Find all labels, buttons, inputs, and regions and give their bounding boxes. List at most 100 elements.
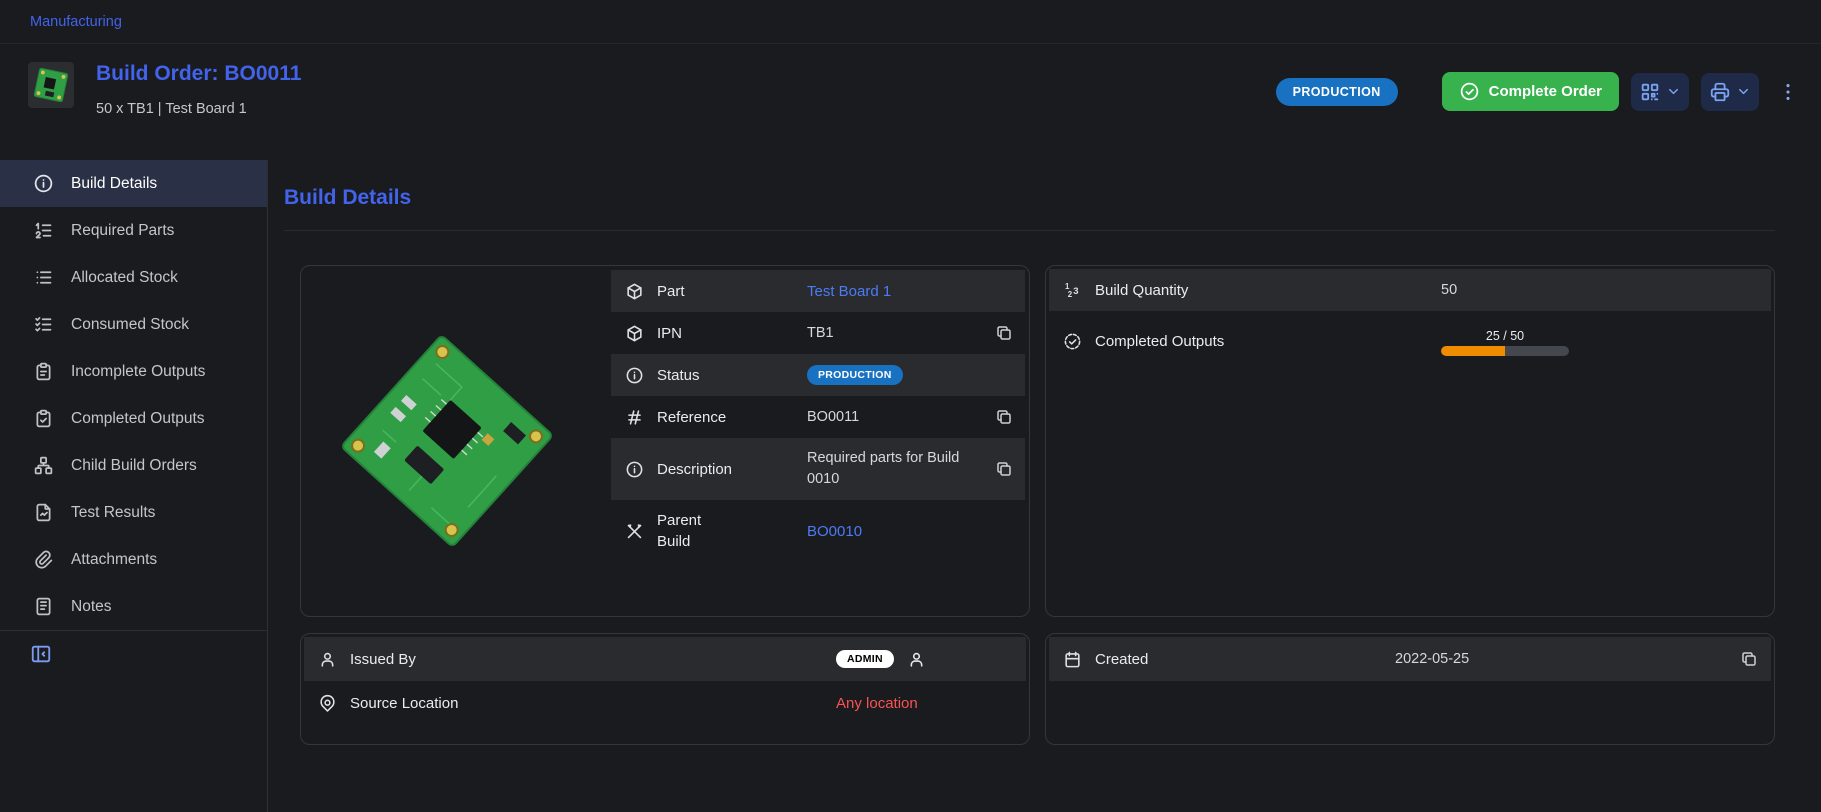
- sidebar-item-label: Child Build Orders: [71, 457, 197, 475]
- detail-label: Completed Outputs: [1095, 333, 1441, 350]
- list-icon: [33, 267, 54, 288]
- complete-order-button[interactable]: Complete Order: [1442, 72, 1619, 111]
- sidebar-item-allocated-stock[interactable]: Allocated Stock: [0, 254, 267, 301]
- build-details-panel: Part Test Board 1 IPN TB1 Status PRODUCT…: [300, 265, 1030, 617]
- main-content: Build Details: [268, 160, 1821, 812]
- copy-button[interactable]: [993, 322, 1015, 344]
- part-link[interactable]: Test Board 1: [807, 283, 983, 300]
- parent-build-link[interactable]: BO0010: [807, 523, 983, 540]
- sidebar-item-build-details[interactable]: Build Details: [0, 160, 267, 207]
- detail-label: Part: [657, 283, 807, 300]
- copy-button[interactable]: [993, 458, 1015, 480]
- breadcrumb-link-manufacturing[interactable]: Manufacturing: [30, 14, 122, 30]
- status-badge: PRODUCTION: [1276, 78, 1398, 106]
- box-icon: [625, 324, 644, 343]
- build-quantities-panel: Build Quantity 50 Completed Outputs 25 /…: [1045, 265, 1775, 617]
- calendar-icon: [1063, 650, 1082, 669]
- admin-badge: ADMIN: [836, 650, 894, 668]
- info-circle-icon: [33, 173, 54, 194]
- paperclip-icon: [33, 549, 54, 570]
- detail-label: Status: [657, 367, 807, 384]
- detail-label: Build Quantity: [1095, 282, 1441, 299]
- copy-button[interactable]: [993, 406, 1015, 428]
- page-header: Build Order: BO0011 50 x TB1 | Test Boar…: [0, 44, 1821, 160]
- hash-icon: [625, 408, 644, 427]
- issued-by-value: ADMIN: [836, 650, 1026, 669]
- user-icon: [907, 650, 926, 669]
- copy-icon: [995, 460, 1013, 478]
- test-report-icon: [33, 502, 54, 523]
- more-actions-button[interactable]: [1773, 77, 1803, 107]
- part-image[interactable]: [322, 316, 572, 566]
- crossed-tools-icon: [625, 522, 644, 541]
- panels-grid: Part Test Board 1 IPN TB1 Status PRODUCT…: [300, 265, 1775, 745]
- sidebar-item-label: Attachments: [71, 551, 157, 569]
- sidebar-item-consumed-stock[interactable]: Consumed Stock: [0, 301, 267, 348]
- map-pin-icon: [318, 694, 337, 713]
- source-location-row: Source Location Any location: [304, 681, 1026, 725]
- sidebar-item-child-build-orders[interactable]: Child Build Orders: [0, 442, 267, 489]
- status-badge: PRODUCTION: [807, 365, 903, 385]
- print-actions-button[interactable]: [1701, 73, 1759, 111]
- copy-button[interactable]: [1738, 648, 1760, 670]
- pcb-thumbnail-image: [28, 62, 74, 108]
- detail-row-reference: Reference BO0011: [611, 396, 1025, 438]
- detail-label: IPN: [657, 325, 807, 342]
- created-value: 2022-05-25: [1395, 651, 1727, 667]
- qr-code-icon: [1639, 81, 1661, 103]
- circle-check-icon: [1459, 81, 1480, 102]
- sidebar-item-required-parts[interactable]: Required Parts: [0, 207, 267, 254]
- dots-vertical-icon: [1777, 81, 1799, 103]
- progress-fill: [1441, 346, 1505, 356]
- completed-outputs-progress: 25 / 50: [1441, 327, 1569, 356]
- header-actions: PRODUCTION Complete Order: [1276, 62, 1803, 111]
- barcode-actions-button[interactable]: [1631, 73, 1689, 111]
- copy-icon: [1740, 650, 1758, 668]
- breadcrumb: Manufacturing: [0, 0, 1821, 44]
- clipboard-check-icon: [33, 408, 54, 429]
- detail-row-ipn: IPN TB1: [611, 312, 1025, 354]
- header-titles: Build Order: BO0011 50 x TB1 | Test Boar…: [96, 62, 301, 117]
- page-title: Build Order: BO0011: [96, 62, 301, 86]
- sidebar-item-completed-outputs[interactable]: Completed Outputs: [0, 395, 267, 442]
- detail-label: Reference: [657, 409, 807, 426]
- detail-row-description: Description Required parts for Build 001…: [611, 438, 1025, 500]
- sitemap-icon: [33, 455, 54, 476]
- complete-order-label: Complete Order: [1489, 83, 1602, 100]
- completed-outputs-row: Completed Outputs 25 / 50: [1049, 311, 1771, 371]
- part-image-wrap: [304, 269, 590, 613]
- detail-label: Issued By: [350, 651, 836, 668]
- sidebar-item-attachments[interactable]: Attachments: [0, 536, 267, 583]
- build-order-thumbnail[interactable]: [28, 62, 74, 108]
- detail-label: Source Location: [350, 695, 836, 712]
- description-value: Required parts for Build 0010: [807, 448, 979, 490]
- sidebar-item-label: Incomplete Outputs: [71, 363, 205, 381]
- clipboard-icon: [33, 361, 54, 382]
- detail-label: Created: [1095, 651, 1395, 668]
- sidebar-item-label: Notes: [71, 598, 112, 616]
- build-quantity-row: Build Quantity 50: [1049, 269, 1771, 311]
- section-divider: [284, 230, 1775, 231]
- circle-dashed-check-icon: [1063, 332, 1082, 351]
- sidebar-item-incomplete-outputs[interactable]: Incomplete Outputs: [0, 348, 267, 395]
- numbers-123-icon: [1063, 281, 1082, 300]
- issued-panel: Issued By ADMIN Source Location Any loca…: [300, 633, 1030, 745]
- issued-by-row: Issued By ADMIN: [304, 637, 1026, 681]
- page-subtitle: 50 x TB1 | Test Board 1: [96, 101, 301, 117]
- sidebar-collapse-button[interactable]: [30, 643, 52, 665]
- detail-row-part: Part Test Board 1: [611, 270, 1025, 312]
- sidebar-item-test-results[interactable]: Test Results: [0, 489, 267, 536]
- chevron-down-icon: [1666, 84, 1681, 99]
- sidebar-item-label: Build Details: [71, 175, 157, 193]
- created-row: Created 2022-05-25: [1049, 637, 1771, 681]
- sidebar-item-label: Test Results: [71, 504, 155, 522]
- section-title: Build Details: [284, 186, 1775, 210]
- sidebar-item-label: Completed Outputs: [71, 410, 205, 428]
- source-location-value: Any location: [836, 695, 1026, 712]
- detail-label: Parent Build: [657, 510, 717, 552]
- copy-icon: [995, 324, 1013, 342]
- sidebar-item-notes[interactable]: Notes: [0, 583, 267, 630]
- sidebar-item-label: Consumed Stock: [71, 316, 189, 334]
- content: Build Details Required Parts Allocated S…: [0, 160, 1821, 812]
- copy-icon: [995, 408, 1013, 426]
